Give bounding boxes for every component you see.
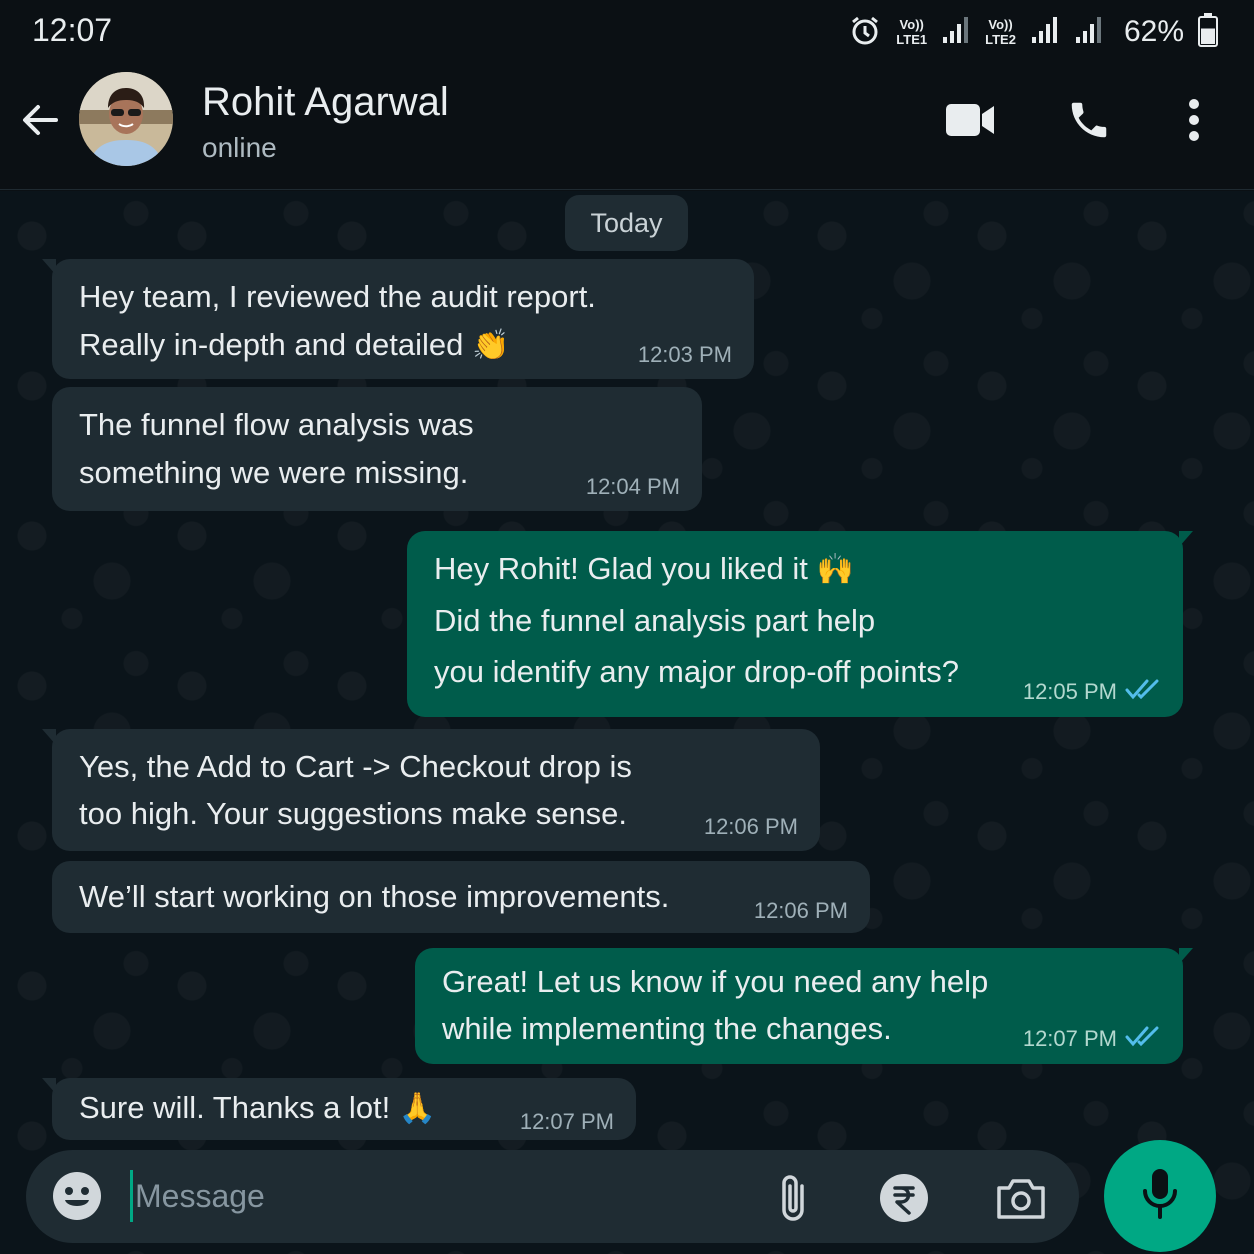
sim2-volte-label: Vo))	[988, 17, 1013, 32]
message-text: Yes, the Add to Cart -> Checkout drop is…	[79, 749, 632, 831]
message-bubble-incoming[interactable]: Sure will. Thanks a lot! 🙏 12:07 PM	[42, 1078, 636, 1140]
message-bubble-incoming[interactable]: Yes, the Add to Cart -> Checkout drop is…	[42, 729, 820, 851]
sim1-indicator: Vo)) LTE1	[896, 17, 927, 47]
message-text-content: Hey team, I reviewed the audit report. R…	[79, 279, 596, 362]
battery-icon	[1198, 12, 1218, 52]
video-call-icon[interactable]	[942, 92, 998, 148]
message-time: 12:04 PM	[585, 474, 680, 499]
message-meta: 12:05 PM	[1023, 678, 1161, 705]
phone-icon[interactable]	[1061, 92, 1117, 148]
mic-icon	[1140, 1167, 1180, 1226]
message-list[interactable]: Today Hey team, I reviewed the audit rep…	[0, 191, 1254, 1254]
status-time: 12:07	[32, 12, 113, 48]
message-bubble-outgoing[interactable]: Great! Let us know if you need any help …	[415, 948, 1193, 1064]
sim2-lte-label: LTE2	[985, 32, 1016, 47]
message-bubble-outgoing[interactable]: Hey Rohit! Glad you liked it 🙌 Did the f…	[407, 531, 1193, 717]
message-time: 12:05 PM	[1022, 678, 1117, 704]
folded-hands-emoji: 🙏	[398, 1092, 437, 1125]
sim1-volte-label: Vo))	[899, 17, 924, 32]
message-time: 12:03 PM	[637, 342, 732, 367]
contact-status: online	[202, 132, 277, 163]
message-meta: 12:06 PM	[704, 815, 798, 839]
emoji-icon[interactable]	[52, 1171, 102, 1221]
chat-header: Rohit Agarwal online	[0, 62, 1254, 190]
read-ticks-icon	[1125, 678, 1161, 705]
message-meta: 12:07 PM	[520, 1110, 614, 1134]
message-meta: 12:03 PM	[638, 343, 732, 367]
message-input[interactable]	[130, 1170, 730, 1222]
signal-icon	[941, 15, 971, 50]
message-time: 12:07 PM	[519, 1109, 614, 1134]
message-meta: 12:04 PM	[586, 475, 680, 499]
message-text-content: Sure will. Thanks a lot!	[79, 1090, 391, 1125]
rupee-payment-icon[interactable]	[878, 1172, 930, 1224]
status-icons: Vo)) LTE1 Vo)) LTE2 62%	[848, 10, 1218, 54]
voice-record-button[interactable]	[1104, 1140, 1216, 1252]
message-text: We’ll start working on those improvement…	[79, 879, 670, 914]
attach-icon[interactable]	[768, 1172, 820, 1224]
sim1-lte-label: LTE1	[896, 32, 928, 47]
message-time: 12:07 PM	[1022, 1025, 1117, 1051]
date-chip: Today	[565, 195, 688, 251]
contact-name[interactable]: Rohit Agarwal	[202, 80, 449, 125]
alarm-icon	[848, 13, 882, 52]
signal-icon	[1030, 15, 1060, 50]
signal-icon	[1074, 15, 1104, 50]
avatar[interactable]	[79, 72, 173, 166]
sim2-indicator: Vo)) LTE2	[985, 17, 1016, 47]
clapping-emoji: 👏	[471, 329, 510, 362]
message-meta: 12:06 PM	[754, 899, 848, 923]
message-meta: 12:07 PM	[1023, 1025, 1161, 1052]
more-vert-icon[interactable]	[1166, 92, 1222, 148]
camera-icon[interactable]	[995, 1172, 1047, 1224]
message-composer	[26, 1150, 1079, 1243]
message-time: 12:06 PM	[753, 898, 848, 923]
back-arrow-icon[interactable]	[16, 96, 64, 144]
message-text-line: Hey Rohit! Glad you liked it	[434, 551, 808, 586]
battery-percentage: 62%	[1123, 15, 1184, 48]
read-ticks-icon	[1125, 1025, 1161, 1052]
status-bar: 12:07 Vo)) LTE1 Vo)) LTE2 62%	[0, 0, 1254, 62]
message-bubble-incoming[interactable]: Hey team, I reviewed the audit report. R…	[42, 259, 754, 379]
message-text: Hey team, I reviewed the audit report. R…	[79, 273, 730, 370]
message-text: Hey Rohit! Glad you liked it 🙌 Did the f…	[434, 543, 1159, 697]
raising-hands-emoji: 🙌	[816, 553, 854, 586]
message-bubble-incoming[interactable]: The funnel flow analysis was something w…	[52, 387, 702, 511]
message-text-rest: Did the funnel analysis part help you id…	[434, 603, 960, 689]
message-time: 12:06 PM	[703, 814, 798, 839]
message-bubble-incoming[interactable]: We’ll start working on those improvement…	[52, 861, 870, 933]
